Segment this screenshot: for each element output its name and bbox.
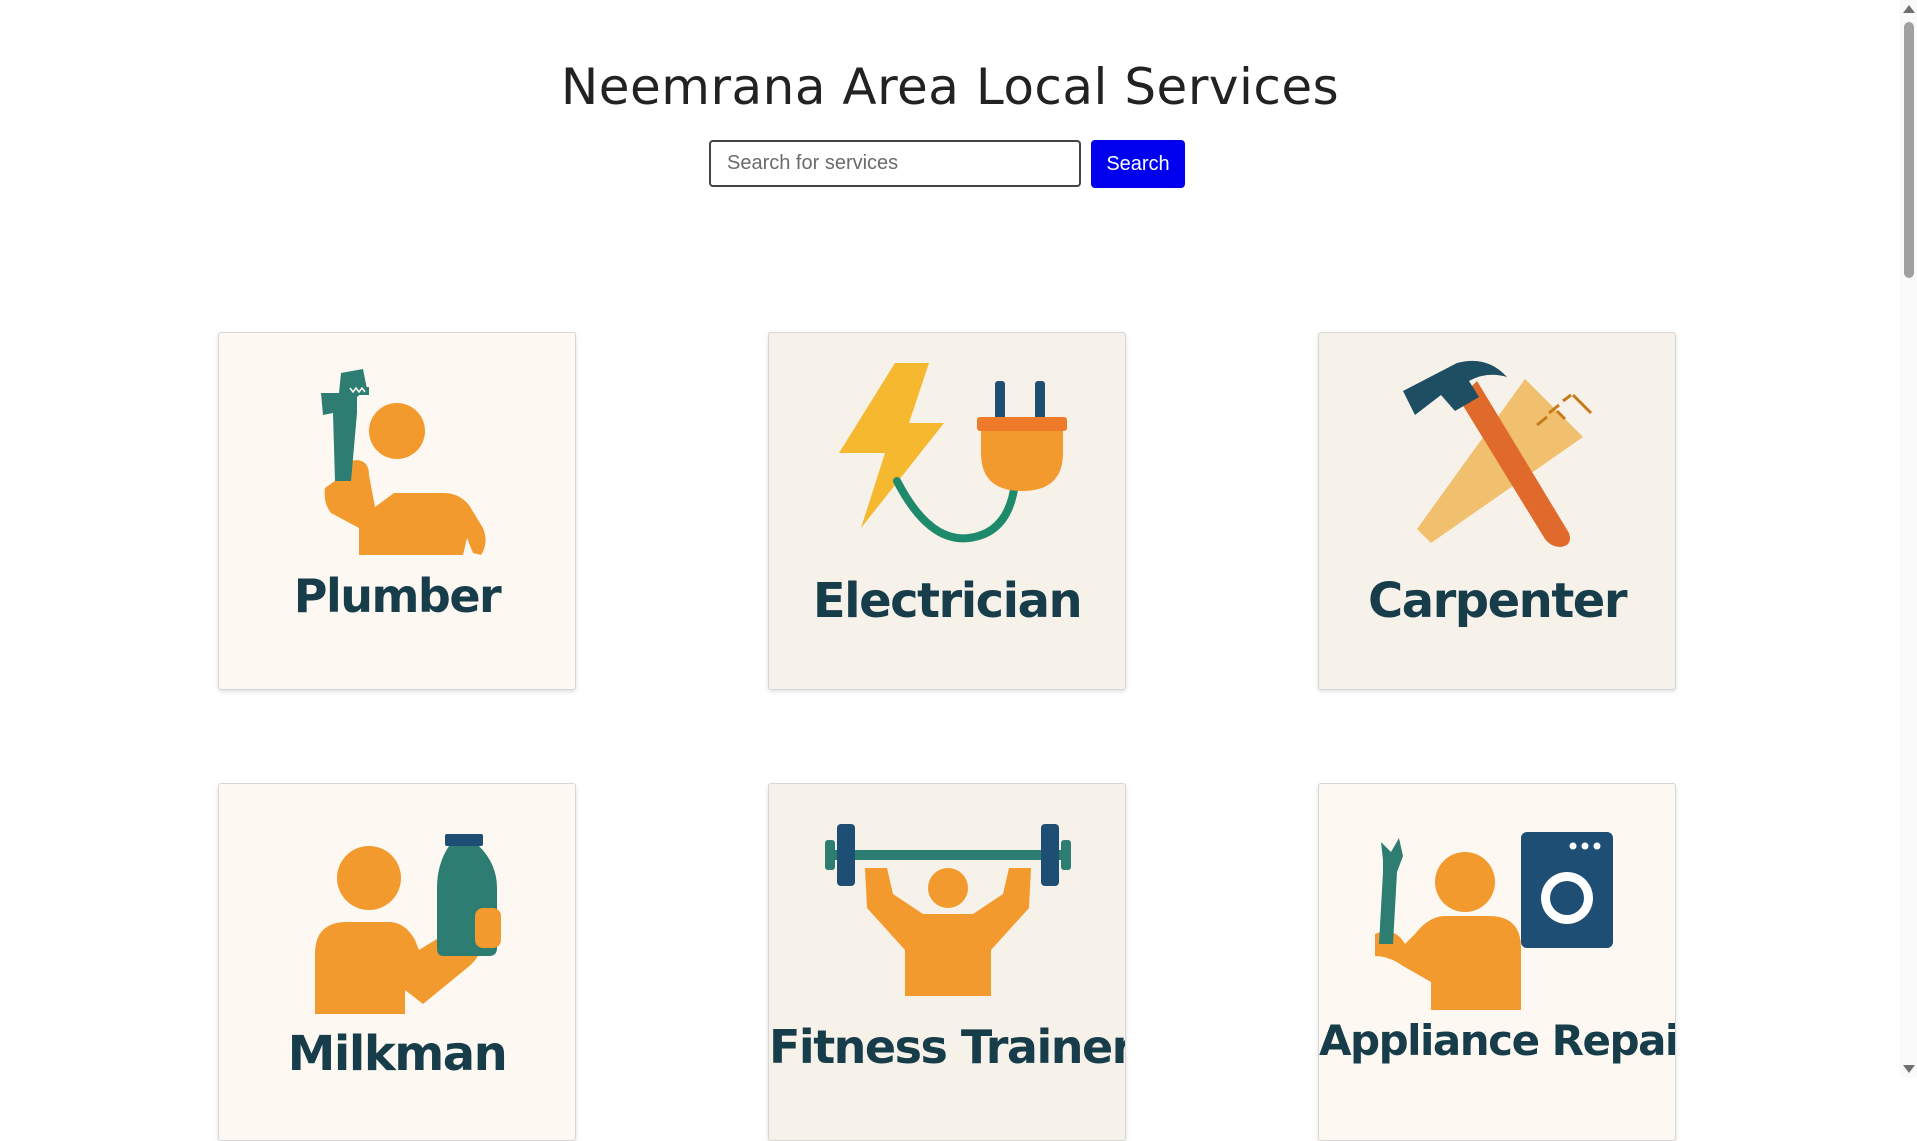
service-card-carpenter[interactable]: Carpenter <box>1318 332 1676 690</box>
service-card-electrician[interactable]: Electrician <box>768 332 1126 690</box>
service-label: Milkman <box>287 1026 508 1082</box>
service-card-fitness-trainer[interactable]: Fitness Trainer <box>768 783 1126 1141</box>
scroll-down-icon[interactable] <box>1903 1065 1915 1073</box>
fitness-trainer-icon <box>825 824 1071 996</box>
milkman-icon <box>315 834 501 1014</box>
service-card-appliance-repair[interactable]: Appliance Repair <box>1318 783 1676 1141</box>
service-card-milkman[interactable]: Milkman <box>218 783 576 1141</box>
service-label: Carpenter <box>1367 573 1628 629</box>
plumber-icon <box>321 369 486 555</box>
search-bar: Search <box>709 140 1185 188</box>
service-label: Plumber <box>293 569 502 623</box>
page-title: Neemrana Area Local Services <box>560 58 1340 116</box>
scroll-thumb[interactable] <box>1904 22 1914 278</box>
electrician-icon <box>839 363 1067 543</box>
search-button[interactable]: Search <box>1091 140 1185 188</box>
scroll-up-icon[interactable] <box>1903 5 1915 13</box>
vertical-scrollbar[interactable] <box>1900 0 1917 1078</box>
service-label: Electrician <box>812 573 1083 629</box>
carpenter-icon <box>1403 360 1593 547</box>
appliance-repair-icon <box>1375 832 1613 1010</box>
service-label: Appliance Repair <box>1319 1016 1676 1065</box>
service-label: Fitness Trainer <box>769 1020 1126 1074</box>
search-input[interactable] <box>709 140 1081 187</box>
service-card-plumber[interactable]: Plumber <box>218 332 576 690</box>
